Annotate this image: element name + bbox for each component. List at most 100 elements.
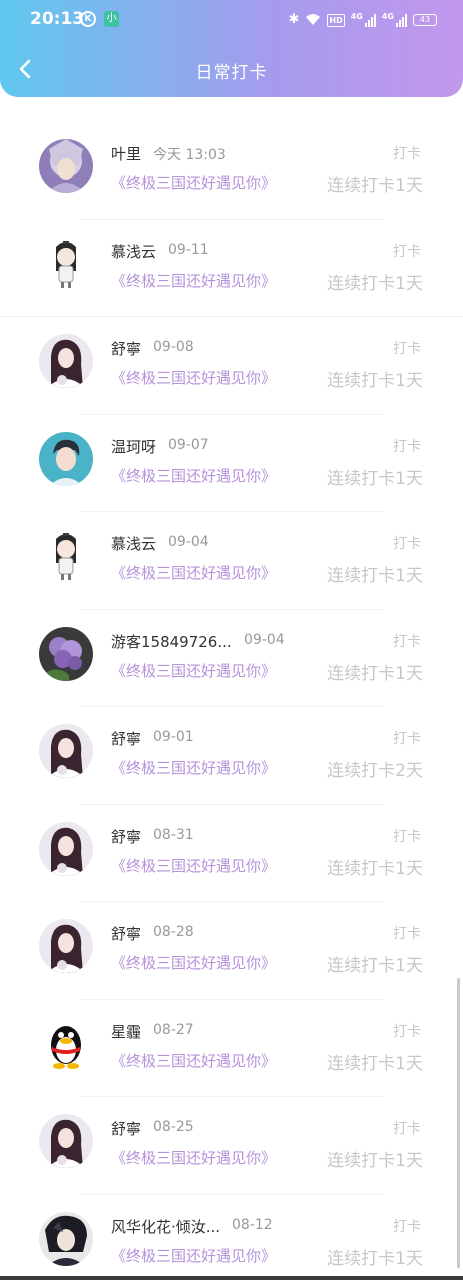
streak-text: 连续打卡1天 [327,273,423,294]
avatar-girl[interactable] [39,1114,93,1168]
scrollbar[interactable] [457,978,460,1268]
avatar-flower[interactable] [39,626,93,681]
avatar-boy[interactable] [39,431,93,486]
user-name: 舒寧 [111,730,142,748]
list-item[interactable]: 舒寧 08-25 打卡 《终极三国还好遇见你》 连续打卡1天 [0,1097,463,1195]
checkin-action: 打卡 [393,731,421,747]
checkin-action: 打卡 [393,536,421,552]
wifi-icon [305,11,321,30]
page-title: 日常打卡 [195,63,268,83]
streak-text: 连续打卡1天 [327,176,423,196]
avatar-chibi[interactable] [39,236,93,291]
avatar-girl[interactable] [39,919,93,973]
user-name: 风华化花·倾汝... [111,1217,221,1236]
list-item[interactable]: 慕浅云 09-04 打卡 《终极三国还好遇见你》 连续打卡1天 [0,512,463,610]
user-name: 舒寧 [111,827,142,846]
avatar-penguin[interactable] [39,1016,93,1071]
streak-text: 连续打卡1天 [327,663,423,684]
streak-text: 连续打卡1天 [327,1248,423,1269]
game-title[interactable]: 《终极三国还好遇见你》 [111,465,276,486]
status-bar: 20:13 K 小 ✱ HD 4G 4G 43 [0,0,463,40]
streak-text: 连续打卡1天 [327,858,423,879]
game-title[interactable]: 《终极三国还好遇见你》 [111,562,276,583]
list-item[interactable]: 慕浅云 09-11 打卡 《终极三国还好遇见你》 连续打卡1天 [0,220,463,317]
network-type-2: 4G [381,12,394,21]
status-time: 20:13 [30,9,85,29]
app-notification-icon: 小 [104,11,119,27]
avatar-chibi[interactable] [39,529,93,583]
avatar-dark-hero[interactable] [39,1211,93,1266]
avatar-girl[interactable] [39,334,93,388]
list-item[interactable]: 游客15849726... 09-04 打卡 《终极三国还好遇见你》 连续打卡1… [0,610,463,707]
list-item[interactable]: 风华化花·倾汝... 08-12 打卡 《终极三国还好遇见你》 连续打卡1天 [0,1195,463,1280]
checkin-time: 09-04 [168,534,209,550]
list-item[interactable]: 叶里 今天 13:03 打卡 《终极三国还好遇见你》 连续打卡1天 [0,122,463,220]
user-name: 舒寧 [111,1120,142,1138]
checkin-action: 打卡 [393,243,421,260]
streak-text: 连续打卡2天 [327,761,423,781]
streak-text: 连续打卡1天 [327,468,423,489]
game-title[interactable]: 《终极三国还好遇见你》 [111,660,276,681]
streak-text: 连续打卡1天 [327,1151,423,1171]
list-item[interactable]: 舒寧 08-31 打卡 《终极三国还好遇见你》 连续打卡1天 [0,805,463,902]
game-title[interactable]: 《终极三国还好遇见你》 [111,757,276,778]
checkin-time: 08-25 [153,1119,194,1135]
checkin-list: 叶里 今天 13:03 打卡 《终极三国还好遇见你》 连续打卡1天 慕浅云 09… [0,122,463,1280]
game-title[interactable]: 《终极三国还好遇见你》 [111,855,276,876]
checkin-action: 打卡 [393,438,421,455]
checkin-action: 打卡 [393,1121,421,1137]
avatar-warrior[interactable] [39,139,93,193]
streak-text: 连续打卡1天 [327,956,423,976]
status-indicators: ✱ HD 4G 4G 43 [288,12,437,28]
avatar-girl[interactable] [39,821,93,876]
list-item[interactable]: 舒寧 09-08 打卡 《终极三国还好遇见你》 连续打卡1天 [0,317,463,415]
game-title[interactable]: 《终极三国还好遇见你》 [111,172,276,193]
user-name: 慕浅云 [111,535,157,553]
avatar-girl[interactable] [39,724,93,778]
checkin-time: 今天 13:03 [153,147,226,163]
user-name: 游客15849726... [111,632,232,651]
signal-icon-2 [396,13,407,27]
list-item[interactable]: 星霾 08-27 打卡 《终极三国还好遇见你》 连续打卡1天 [0,1000,463,1097]
user-name: 温珂呀 [111,437,157,456]
user-name: 舒寧 [111,340,142,358]
checkin-action: 打卡 [393,1218,421,1235]
streak-text: 连续打卡1天 [327,1053,423,1074]
game-title[interactable]: 《终极三国还好遇见你》 [111,952,276,973]
checkin-time: 08-27 [153,1021,194,1038]
bottom-edge [0,1276,463,1280]
user-name: 叶里 [111,145,142,163]
game-title[interactable]: 《终极三国还好遇见你》 [111,367,276,388]
checkin-action: 打卡 [393,1023,421,1040]
checkin-time: 09-07 [168,436,209,453]
checkin-action: 打卡 [393,828,421,845]
header: 20:13 K 小 ✱ HD 4G 4G 43 日常打卡 [0,0,463,97]
user-name: 星霾 [111,1022,142,1041]
list-item[interactable]: 温珂呀 09-07 打卡 《终极三国还好遇见你》 连续打卡1天 [0,415,463,512]
signal-icon-1 [364,13,376,27]
checkin-time: 08-12 [232,1216,273,1233]
checkin-time: 09-08 [153,339,194,355]
streak-text: 连续打卡1天 [327,566,423,586]
checkin-time: 09-04 [244,631,285,648]
checkin-time: 09-01 [153,729,194,745]
checkin-action: 打卡 [393,926,421,942]
user-name: 慕浅云 [111,242,157,261]
k-icon: K [80,11,96,27]
game-title[interactable]: 《终极三国还好遇见你》 [111,270,276,291]
game-title[interactable]: 《终极三国还好遇见你》 [111,1050,276,1071]
list-item[interactable]: 舒寧 09-01 打卡 《终极三国还好遇见你》 连续打卡2天 [0,707,463,805]
checkin-action: 打卡 [393,341,421,357]
hd-icon: HD [327,13,345,27]
checkin-time: 09-11 [168,241,209,258]
checkin-time: 08-28 [153,924,194,940]
list-item[interactable]: 舒寧 08-28 打卡 《终极三国还好遇见你》 连续打卡1天 [0,902,463,1000]
user-name: 舒寧 [111,925,142,943]
streak-text: 连续打卡1天 [327,371,423,391]
checkin-action: 打卡 [393,146,421,162]
checkin-time: 08-31 [153,826,194,843]
network-type-1: 4G [350,12,363,21]
game-title[interactable]: 《终极三国还好遇见你》 [111,1147,276,1168]
game-title[interactable]: 《终极三国还好遇见你》 [111,1245,276,1266]
checkin-action: 打卡 [393,633,421,650]
